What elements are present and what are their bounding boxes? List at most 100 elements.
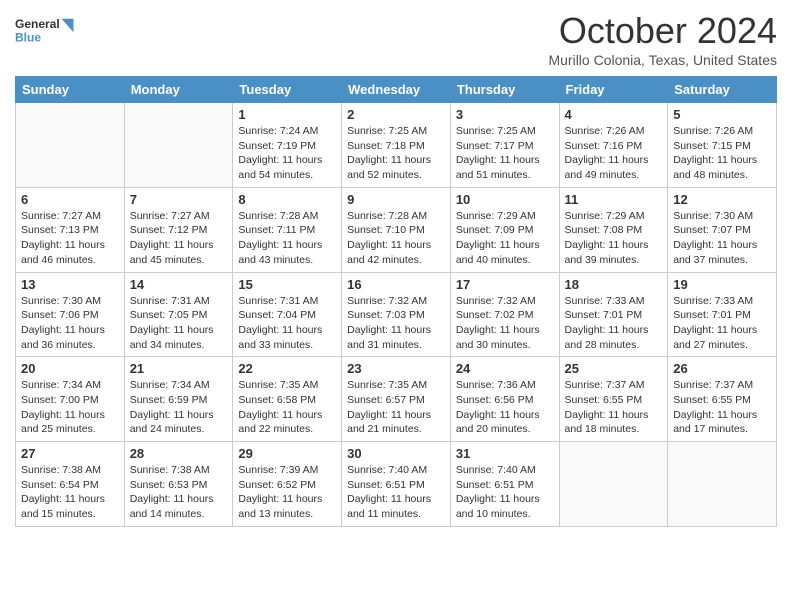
day-number: 8 (238, 192, 336, 207)
sunset: Sunset: 7:09 PM (456, 224, 534, 236)
calendar-cell: 6 Sunrise: 7:27 AMSunset: 7:13 PMDaylight… (16, 187, 125, 272)
daylight: Daylight: 11 hours and 24 minutes. (130, 409, 214, 436)
calendar-cell: 7 Sunrise: 7:27 AMSunset: 7:12 PMDaylight… (124, 187, 233, 272)
day-number: 5 (673, 107, 771, 122)
sunrise: Sunrise: 7:30 AM (21, 295, 101, 307)
calendar-body: 1 Sunrise: 7:24 AM Sunset: 7:19 PM Daylight… (16, 103, 777, 527)
daylight: Daylight: 11 hours and 27 minutes. (673, 324, 757, 351)
day-number: 6 (21, 192, 119, 207)
day-number: 31 (456, 446, 554, 461)
daylight: Daylight: 11 hours and 48 minutes. (673, 154, 757, 181)
calendar-cell: 24Sunrise: 7:36 AMSunset: 6:56 PMDayligh… (450, 357, 559, 442)
sunrise: Sunrise: 7:32 AM (456, 295, 536, 307)
daylight: Daylight: 11 hours and 25 minutes. (21, 409, 105, 436)
day-info: Sunrise: 7:31 AMSunset: 7:04 PMDaylight:… (238, 294, 336, 353)
day-number: 1 (238, 107, 336, 122)
calendar-table: Sunday Monday Tuesday Wednesday Thursday… (15, 76, 777, 527)
day-number: 7 (130, 192, 228, 207)
sunrise: Sunrise: 7:40 AM (456, 464, 536, 476)
col-friday: Friday (559, 77, 668, 103)
title-block: October 2024 Murillo Colonia, Texas, Uni… (548, 10, 777, 68)
sunrise: Sunrise: 7:40 AM (347, 464, 427, 476)
calendar-week-1: 1 Sunrise: 7:24 AM Sunset: 7:19 PM Daylight… (16, 103, 777, 188)
calendar-cell (124, 103, 233, 188)
sunset: Sunset: 6:51 PM (456, 479, 534, 491)
daylight: Daylight: 11 hours and 54 minutes. (238, 154, 322, 181)
sunset: Sunset: 7:03 PM (347, 309, 425, 321)
daylight: Daylight: 11 hours and 33 minutes. (238, 324, 322, 351)
daylight: Daylight: 11 hours and 14 minutes. (130, 493, 214, 520)
sunset: Sunset: 6:55 PM (565, 394, 643, 406)
daylight: Daylight: 11 hours and 43 minutes. (238, 239, 322, 266)
sunset: Sunset: 6:58 PM (238, 394, 316, 406)
header: General Blue October 2024 Murillo Coloni… (15, 10, 777, 68)
daylight: Daylight: 11 hours and 30 minutes. (456, 324, 540, 351)
calendar-cell: 2Sunrise: 7:25 AMSunset: 7:18 PMDaylight… (342, 103, 451, 188)
day-number: 17 (456, 277, 554, 292)
calendar-cell: 8Sunrise: 7:28 AMSunset: 7:11 PMDaylight… (233, 187, 342, 272)
sunset: Sunset: 6:56 PM (456, 394, 534, 406)
sunrise: Sunrise: 7:25 AM (347, 125, 427, 137)
daylight: Daylight: 11 hours and 37 minutes. (673, 239, 757, 266)
sunrise: Sunrise: 7:35 AM (347, 379, 427, 391)
day-info: Sunrise: 7:24 AM Sunset: 7:19 PM Daylight:… (238, 124, 336, 183)
col-saturday: Saturday (668, 77, 777, 103)
day-number: 11 (565, 192, 663, 207)
sunset: Sunset: 7:08 PM (565, 224, 643, 236)
daylight: Daylight: 11 hours and 36 minutes. (21, 324, 105, 351)
day-number: 16 (347, 277, 445, 292)
day-info: Sunrise: 7:38 AMSunset: 6:54 PMDaylight:… (21, 463, 119, 522)
sunrise: Sunrise: 7:37 AM (673, 379, 753, 391)
sunset: Sunset: 7:04 PM (238, 309, 316, 321)
day-info: Sunrise: 7:27 AMSunset: 7:13 PMDaylight:… (21, 209, 119, 268)
sunset: Sunset: 7:02 PM (456, 309, 534, 321)
day-info: Sunrise: 7:36 AMSunset: 6:56 PMDaylight:… (456, 378, 554, 437)
day-info: Sunrise: 7:27 AMSunset: 7:12 PMDaylight:… (130, 209, 228, 268)
day-info: Sunrise: 7:26 AMSunset: 7:16 PMDaylight:… (565, 124, 663, 183)
sunrise: Sunrise: 7:38 AM (21, 464, 101, 476)
calendar-cell: 30Sunrise: 7:40 AMSunset: 6:51 PMDayligh… (342, 442, 451, 527)
calendar-cell: 27 Sunrise: 7:38 AMSunset: 6:54 PMDayligh… (16, 442, 125, 527)
day-info: Sunrise: 7:40 AMSunset: 6:51 PMDaylight:… (347, 463, 445, 522)
day-info: Sunrise: 7:34 AMSunset: 7:00 PMDaylight:… (21, 378, 119, 437)
day-number: 15 (238, 277, 336, 292)
calendar-cell: 9Sunrise: 7:28 AMSunset: 7:10 PMDaylight… (342, 187, 451, 272)
sunset: Sunset: 7:10 PM (347, 224, 425, 236)
calendar-cell: 17 Sunrise: 7:32 AM Sunset: 7:02 PM Dayligh… (450, 272, 559, 357)
calendar-cell: 5 Sunrise: 7:26 AMSunset: 7:15 PMDaylight… (668, 103, 777, 188)
calendar-cell: 23Sunrise: 7:35 AMSunset: 6:57 PMDayligh… (342, 357, 451, 442)
daylight: Daylight: 11 hours and 28 minutes. (565, 324, 649, 351)
sunrise: Sunrise: 7:36 AM (456, 379, 536, 391)
calendar-cell: 28Sunrise: 7:38 AMSunset: 6:53 PMDayligh… (124, 442, 233, 527)
day-info: Sunrise: 7:33 AMSunset: 7:01 PMDaylight:… (565, 294, 663, 353)
day-number: 26 (673, 361, 771, 376)
logo: General Blue (15, 10, 75, 50)
sunset: Sunset: 7:19 PM (238, 140, 316, 152)
logo-svg: General Blue (15, 10, 75, 50)
sunset: Sunset: 7:17 PM (456, 140, 534, 152)
sunrise: Sunrise: 7:24 AM (238, 125, 318, 137)
day-info: Sunrise: 7:31 AMSunset: 7:05 PMDaylight:… (130, 294, 228, 353)
col-sunday: Sunday (16, 77, 125, 103)
sunrise: Sunrise: 7:31 AM (130, 295, 210, 307)
col-tuesday: Tuesday (233, 77, 342, 103)
calendar-cell: 15 Sunrise: 7:31 AMSunset: 7:04 PMDayligh… (233, 272, 342, 357)
sunrise: Sunrise: 7:34 AM (130, 379, 210, 391)
header-row: Sunday Monday Tuesday Wednesday Thursday… (16, 77, 777, 103)
day-number: 22 (238, 361, 336, 376)
day-number: 10 (456, 192, 554, 207)
day-info: Sunrise: 7:37 AMSunset: 6:55 PMDaylight:… (673, 378, 771, 437)
day-number: 21 (130, 361, 228, 376)
col-wednesday: Wednesday (342, 77, 451, 103)
day-number: 13 (21, 277, 119, 292)
day-number: 27 (21, 446, 119, 461)
daylight: Daylight: 11 hours and 51 minutes. (456, 154, 540, 181)
day-info: Sunrise: 7:38 AMSunset: 6:53 PMDaylight:… (130, 463, 228, 522)
col-monday: Monday (124, 77, 233, 103)
day-number: 12 (673, 192, 771, 207)
svg-text:General: General (15, 17, 60, 31)
day-info: Sunrise: 7:26 AMSunset: 7:15 PMDaylight:… (673, 124, 771, 183)
calendar-cell: 22Sunrise: 7:35 AMSunset: 6:58 PMDayligh… (233, 357, 342, 442)
daylight: Daylight: 11 hours and 18 minutes. (565, 409, 649, 436)
sunset: Sunset: 7:13 PM (21, 224, 99, 236)
